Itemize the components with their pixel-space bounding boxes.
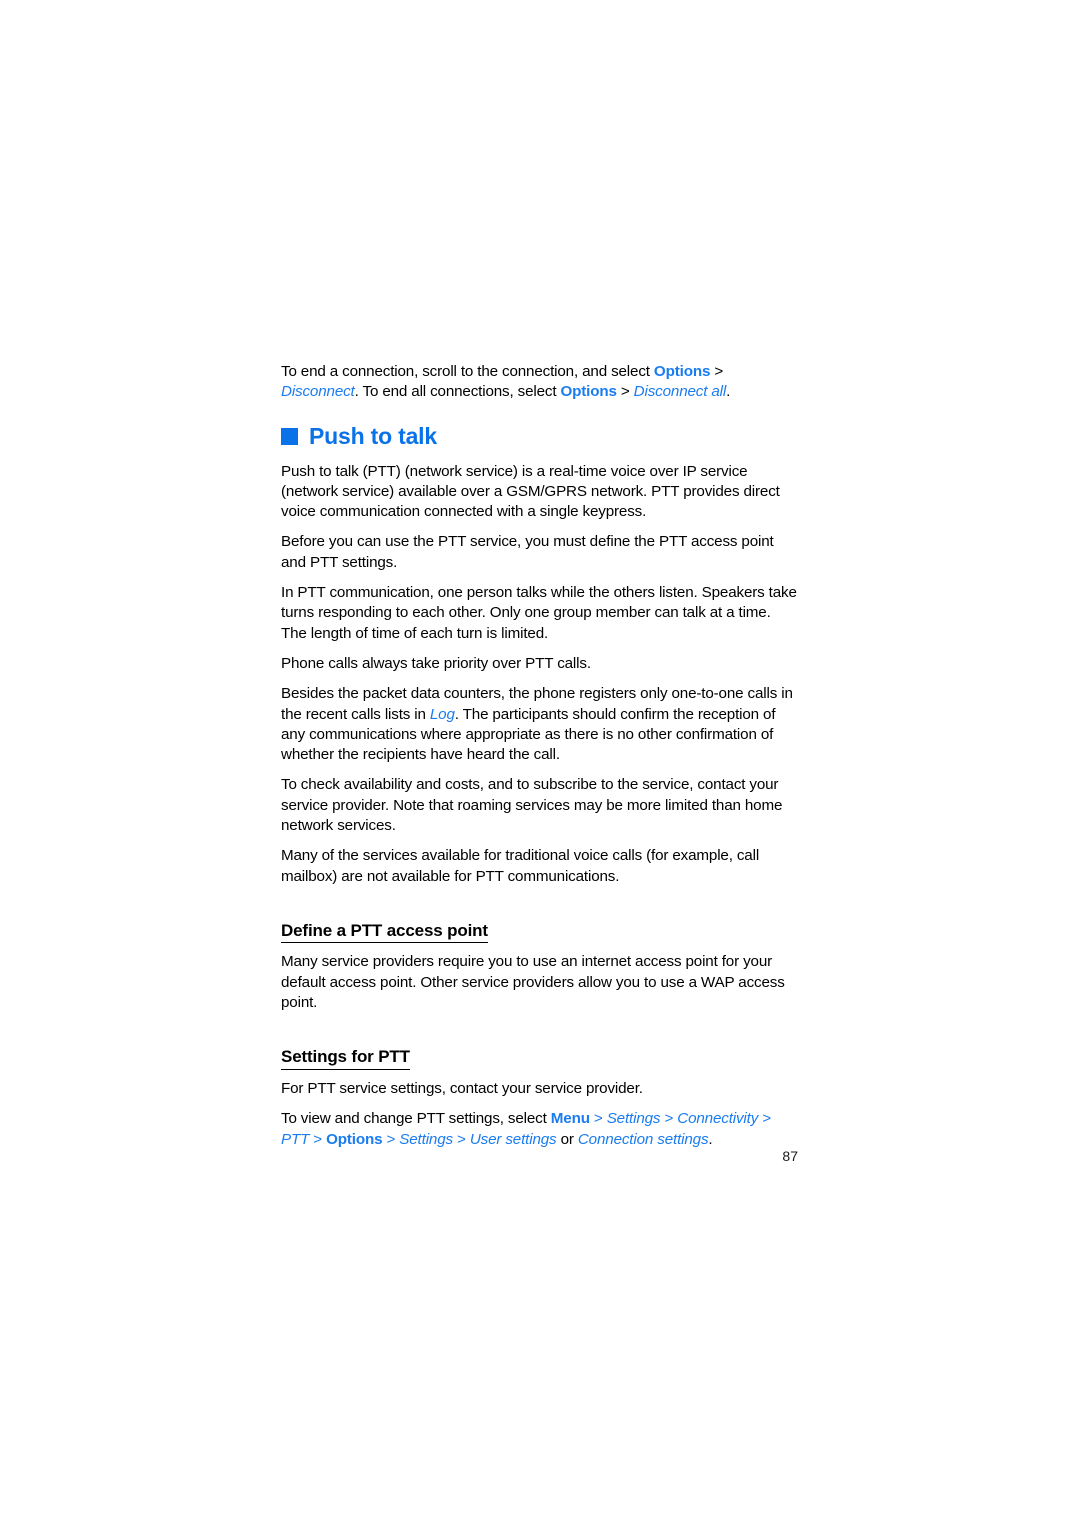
section-heading-define-ptt-access-point: Define a PTT access point bbox=[281, 921, 488, 944]
paragraph-call-registration: Besides the packet data counters, the ph… bbox=[281, 684, 798, 765]
path-separator-5: > bbox=[758, 1110, 771, 1128]
ui-label-disconnect: Disconnect bbox=[281, 383, 355, 401]
page-number: 87 bbox=[782, 1148, 798, 1164]
path-separator-2: > bbox=[616, 383, 634, 401]
paragraph-ptt-prerequisites: Before you can use the PTT service, you … bbox=[281, 533, 774, 571]
ui-label-options-2: Options bbox=[560, 383, 617, 401]
ui-label-log: Log bbox=[429, 705, 455, 723]
menu-path-end: . bbox=[708, 1130, 713, 1148]
paragraph-settings-body: For PTT service settings, contact your s… bbox=[281, 1079, 643, 1097]
section-settings-heading-wrap: Settings for PTT bbox=[281, 1023, 798, 1079]
section-heading-settings-for-ptt: Settings for PTT bbox=[281, 1047, 410, 1070]
path-separator-6: > bbox=[309, 1130, 327, 1148]
ui-label-user-settings: User settings bbox=[469, 1130, 557, 1148]
paragraph-settings-menu-path: To view and change PTT settings, select … bbox=[281, 1109, 798, 1150]
ui-label-settings: Settings bbox=[606, 1110, 661, 1128]
menu-path-joiner: or bbox=[556, 1130, 578, 1148]
paragraph-ptt-communication: In PTT communication, one person talks w… bbox=[281, 584, 797, 642]
page-title: Push to talk bbox=[309, 422, 437, 449]
intro-paragraph: To end a connection, scroll to the conne… bbox=[281, 362, 798, 403]
ui-label-settings-2: Settings bbox=[399, 1130, 453, 1148]
chapter-heading: Push to talk bbox=[281, 422, 798, 449]
intro-text-part2: . To end all connections, select bbox=[354, 383, 561, 401]
paragraph-call-priority: Phone calls always take priority over PT… bbox=[281, 654, 591, 672]
document-page-content: To end a connection, scroll to the conne… bbox=[281, 362, 798, 1160]
ui-label-menu: Menu bbox=[550, 1110, 590, 1128]
blue-square-bullet-icon bbox=[281, 427, 298, 445]
path-separator-3: > bbox=[589, 1110, 607, 1128]
section-access-point-heading-wrap: Define a PTT access point bbox=[281, 897, 798, 953]
intro-text-part3: . bbox=[726, 383, 731, 401]
paragraph-access-point-body: Many service providers require you to us… bbox=[281, 953, 785, 1012]
ui-label-connection-settings: Connection settings bbox=[577, 1130, 709, 1148]
path-separator-8: > bbox=[452, 1130, 470, 1148]
path-separator-7: > bbox=[382, 1130, 400, 1148]
ui-label-connectivity: Connectivity bbox=[677, 1110, 759, 1128]
paragraph-traditional-services: Many of the services available for tradi… bbox=[281, 847, 760, 885]
ui-label-options-3: Options bbox=[326, 1130, 383, 1148]
path-separator-4: > bbox=[660, 1110, 678, 1128]
ui-label-disconnect-all: Disconnect all bbox=[633, 383, 727, 401]
menu-path-text-part1: To view and change PTT settings, select bbox=[281, 1110, 551, 1128]
intro-text-part1: To end a connection, scroll to the conne… bbox=[281, 363, 654, 380]
ui-label-options: Options bbox=[653, 363, 711, 380]
path-separator: > bbox=[710, 363, 724, 380]
ui-label-ptt: PTT bbox=[281, 1130, 310, 1148]
paragraph-ptt-overview: Push to talk (PTT) (network service) is … bbox=[281, 462, 780, 521]
paragraph-availability-costs: To check availability and costs, and to … bbox=[281, 776, 783, 835]
